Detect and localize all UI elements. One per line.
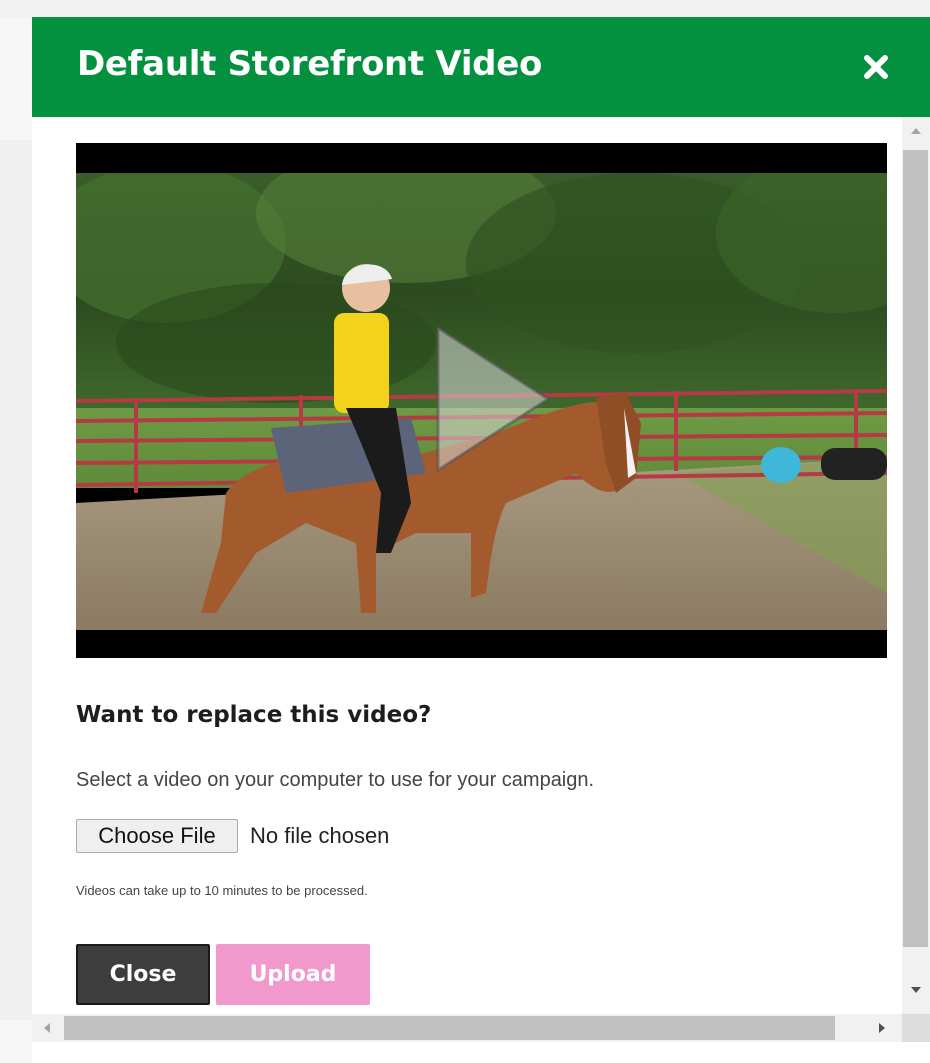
replace-heading: Want to replace this video? bbox=[76, 702, 432, 728]
play-icon[interactable] bbox=[436, 326, 551, 472]
modal-footer-space bbox=[32, 1042, 930, 1063]
scroll-up-arrow-icon[interactable] bbox=[911, 128, 921, 134]
upload-button[interactable]: Upload bbox=[216, 944, 370, 1005]
modal-title: Default Storefront Video bbox=[77, 44, 543, 84]
scroll-right-arrow-icon[interactable] bbox=[879, 1023, 885, 1033]
vertical-scrollbar[interactable] bbox=[902, 117, 930, 1014]
choose-file-button[interactable]: Choose File bbox=[76, 819, 238, 853]
scroll-left-arrow-icon[interactable] bbox=[44, 1023, 50, 1033]
page-backdrop-strip bbox=[0, 140, 32, 1020]
replace-instruction: Select a video on your computer to use f… bbox=[76, 769, 595, 791]
video-player[interactable] bbox=[76, 143, 887, 658]
scroll-down-arrow-icon[interactable] bbox=[911, 987, 921, 993]
video-modal: Default Storefront Video Want to replace… bbox=[32, 17, 930, 1063]
close-x-icon[interactable] bbox=[858, 49, 894, 85]
horizontal-scrollbar[interactable] bbox=[32, 1014, 902, 1042]
processing-note: Videos can take up to 10 minutes to be p… bbox=[76, 883, 368, 898]
file-status-label: No file chosen bbox=[250, 823, 390, 848]
scrollbar-corner bbox=[902, 1014, 930, 1042]
horizontal-scroll-thumb[interactable] bbox=[64, 1016, 835, 1040]
modal-body: Want to replace this video? Select a vid… bbox=[32, 117, 902, 1014]
page-backdrop-top bbox=[0, 0, 930, 17]
close-button[interactable]: Close bbox=[76, 944, 210, 1005]
modal-header: Default Storefront Video bbox=[32, 17, 930, 117]
vertical-scroll-thumb[interactable] bbox=[903, 150, 928, 947]
